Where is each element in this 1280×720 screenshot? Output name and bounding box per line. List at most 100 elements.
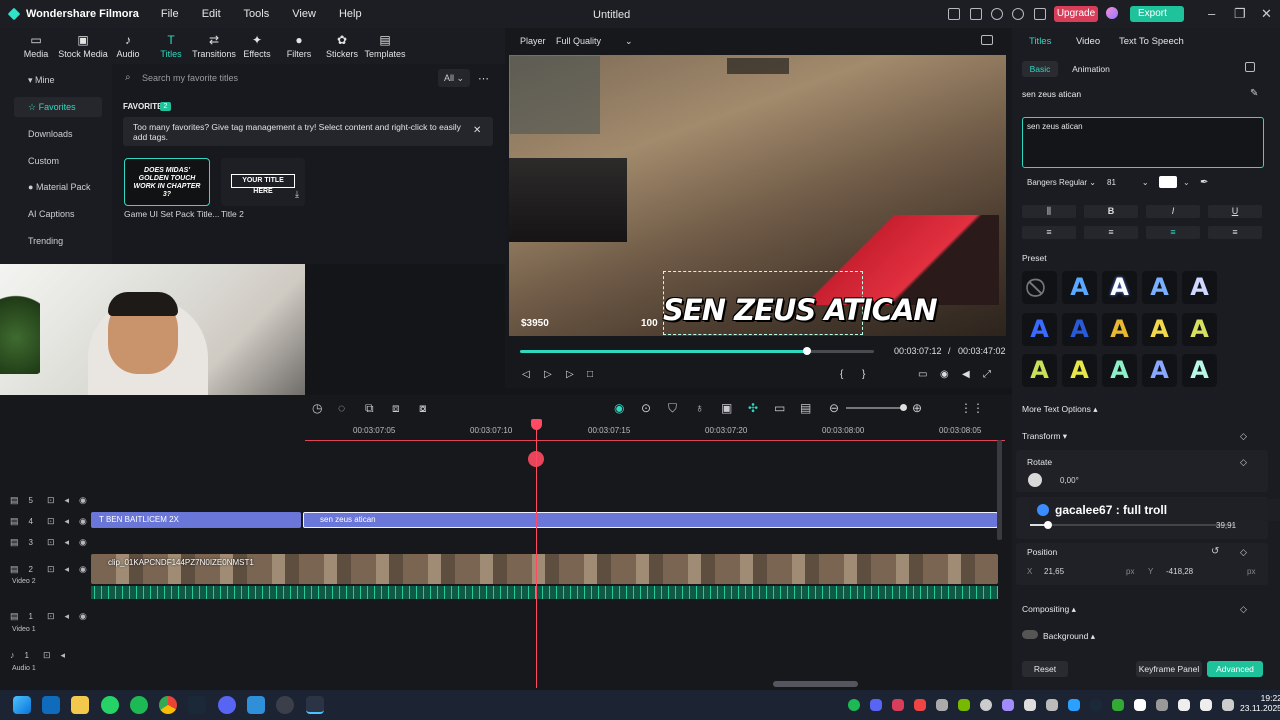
more-icon[interactable]: ⋯	[478, 72, 489, 85]
timeline-hscroll[interactable]	[773, 681, 858, 687]
mark-in-icon[interactable]: {	[840, 369, 843, 380]
upgrade-button[interactable]: Upgrade	[1054, 6, 1098, 22]
tray-app-icon[interactable]	[892, 699, 904, 711]
asset-thumb-title-2[interactable]: YOUR TITLE HERE ⤓	[221, 158, 305, 206]
nav-trending[interactable]: Trending	[14, 231, 102, 251]
edit-icon[interactable]: ✎	[1250, 88, 1258, 99]
advanced-button[interactable]: Advanced	[1207, 661, 1263, 677]
align-center-button[interactable]: ≡	[1146, 226, 1200, 239]
menu-help[interactable]: Help	[339, 8, 362, 20]
preset-style[interactable]: A	[1062, 313, 1097, 346]
align-left-button[interactable]: ≡	[1022, 226, 1076, 239]
preset-style[interactable]: A	[1062, 271, 1097, 304]
tool-templates[interactable]: ▤ Templates	[357, 34, 413, 59]
speed-icon[interactable]: ◷	[312, 401, 322, 415]
audio-waveform[interactable]	[91, 586, 998, 599]
preset-style[interactable]: A	[1102, 313, 1137, 346]
nav-downloads[interactable]: Downloads	[14, 124, 102, 144]
preset-style[interactable]: A	[1182, 313, 1217, 346]
notification-icon[interactable]	[1034, 8, 1046, 20]
subtab-basic[interactable]: Basic	[1022, 61, 1058, 77]
compositing-section[interactable]: Compositing ▴	[1022, 604, 1076, 615]
font-dropdown[interactable]: Bangers Regular ⌄	[1027, 178, 1096, 187]
play-backward-icon[interactable]: ▷	[544, 369, 552, 380]
rotate-dial[interactable]	[1028, 473, 1042, 487]
track-header-1[interactable]: ▤ 1 ⊡ ◂ ◉	[10, 611, 97, 622]
tray-spotify-icon[interactable]	[848, 699, 860, 711]
align-right-button[interactable]: ≡	[1084, 226, 1138, 239]
tray-steam-icon[interactable]	[1090, 699, 1102, 711]
discord-icon[interactable]	[218, 696, 236, 714]
preset-none[interactable]: ⃠	[1022, 271, 1057, 304]
spotify-icon[interactable]	[130, 696, 148, 714]
lock-icon[interactable]: ⊡	[47, 564, 55, 574]
photos-icon[interactable]	[247, 696, 265, 714]
tray-app-icon[interactable]	[1112, 699, 1124, 711]
network-icon[interactable]	[1178, 699, 1190, 711]
lock-icon[interactable]: ⊡	[47, 495, 55, 505]
taskbar-clock[interactable]: 19:22 23.11.2025	[1240, 693, 1280, 713]
speaker-icon[interactable]	[1200, 699, 1212, 711]
tray-app-icon[interactable]	[1156, 699, 1168, 711]
audio-icon[interactable]: ◂	[65, 537, 70, 547]
tray-app-icon[interactable]	[980, 699, 992, 711]
chrome-icon[interactable]	[159, 696, 177, 714]
underline-button[interactable]: U	[1208, 205, 1262, 218]
playhead-handle[interactable]	[531, 419, 542, 430]
playback-progress[interactable]	[520, 350, 807, 353]
play-icon[interactable]: ▷	[566, 369, 574, 380]
preset-style[interactable]: A	[1182, 354, 1217, 387]
outlook-icon[interactable]	[42, 696, 60, 714]
ai-icon[interactable]: ◉	[614, 401, 624, 415]
eyedropper-icon[interactable]: ✒	[1200, 177, 1208, 188]
multi-icon[interactable]: ⧈	[392, 401, 400, 416]
keyframe-diamond-icon[interactable]: ◇	[1240, 604, 1247, 615]
steam-icon[interactable]	[188, 696, 206, 714]
save-preset-icon[interactable]	[1245, 62, 1255, 72]
tray-app-icon[interactable]	[914, 699, 926, 711]
track-header-3[interactable]: ▤ 3 ⊡ ◂ ◉	[10, 537, 97, 548]
menu-file[interactable]: File	[161, 8, 179, 20]
zoom-out-icon[interactable]: ⊖	[829, 401, 839, 415]
background-toggle[interactable]	[1022, 630, 1038, 639]
track-header-4[interactable]: ▤ 4 ⊡ ◂ ◉	[10, 516, 97, 527]
video-preview[interactable]: SEN ZEUS ATICAN $3950 100	[509, 55, 1006, 336]
camera-icon[interactable]: ◉	[940, 369, 949, 380]
mic-icon[interactable]: ♁	[695, 401, 704, 415]
minimize-icon[interactable]: –	[1208, 6, 1215, 21]
preset-style[interactable]: A	[1102, 354, 1137, 387]
scale-handle[interactable]	[1044, 521, 1052, 529]
preset-style[interactable]: A	[1142, 354, 1177, 387]
tray-nvidia-icon[interactable]	[958, 699, 970, 711]
group-icon[interactable]: ⧉	[365, 401, 374, 416]
pos-x-value[interactable]: 21,65	[1044, 567, 1064, 576]
eye-icon[interactable]: ◉	[79, 537, 87, 547]
nav-material-pack[interactable]: ● Material Pack	[14, 177, 102, 197]
justify-button[interactable]: ≡	[1208, 226, 1262, 239]
audio-icon[interactable]: ◂	[65, 516, 70, 526]
lock-icon[interactable]: ⊡	[47, 611, 55, 621]
tray-headset-icon[interactable]	[1046, 699, 1058, 711]
keyframe-diamond-icon[interactable]: ◇	[1240, 547, 1247, 558]
text-input[interactable]: sen zeus atican	[1022, 117, 1264, 168]
pos-y-value[interactable]: -418,28	[1166, 567, 1193, 576]
tray-app-icon[interactable]	[1068, 699, 1080, 711]
fullscreen-icon[interactable]: ⤢	[983, 369, 991, 380]
color-dropdown-icon[interactable]: ⌄	[1183, 178, 1190, 187]
zoom-in-icon[interactable]: ⊕	[912, 401, 922, 415]
tray-app-icon[interactable]	[936, 699, 948, 711]
prev-frame-icon[interactable]: ◁	[522, 369, 530, 380]
snap-icon[interactable]: ✣	[748, 401, 758, 415]
more-text-options[interactable]: More Text Options ▴	[1022, 404, 1097, 415]
search-input[interactable]: Search my favorite titles	[118, 69, 436, 87]
eye-icon[interactable]: ◉	[79, 495, 87, 505]
playback-handle[interactable]	[803, 347, 811, 355]
preset-style[interactable]: A	[1022, 313, 1057, 346]
keyframe-diamond-icon[interactable]: ◇	[1240, 431, 1247, 442]
preset-style[interactable]: A	[1022, 354, 1057, 387]
tray-app-icon[interactable]	[1002, 699, 1014, 711]
lock-icon[interactable]: ⊡	[43, 650, 51, 660]
italic-button[interactable]: I	[1146, 205, 1200, 218]
filmora-taskbar-icon[interactable]	[306, 696, 324, 714]
preset-style[interactable]: A	[1062, 354, 1097, 387]
